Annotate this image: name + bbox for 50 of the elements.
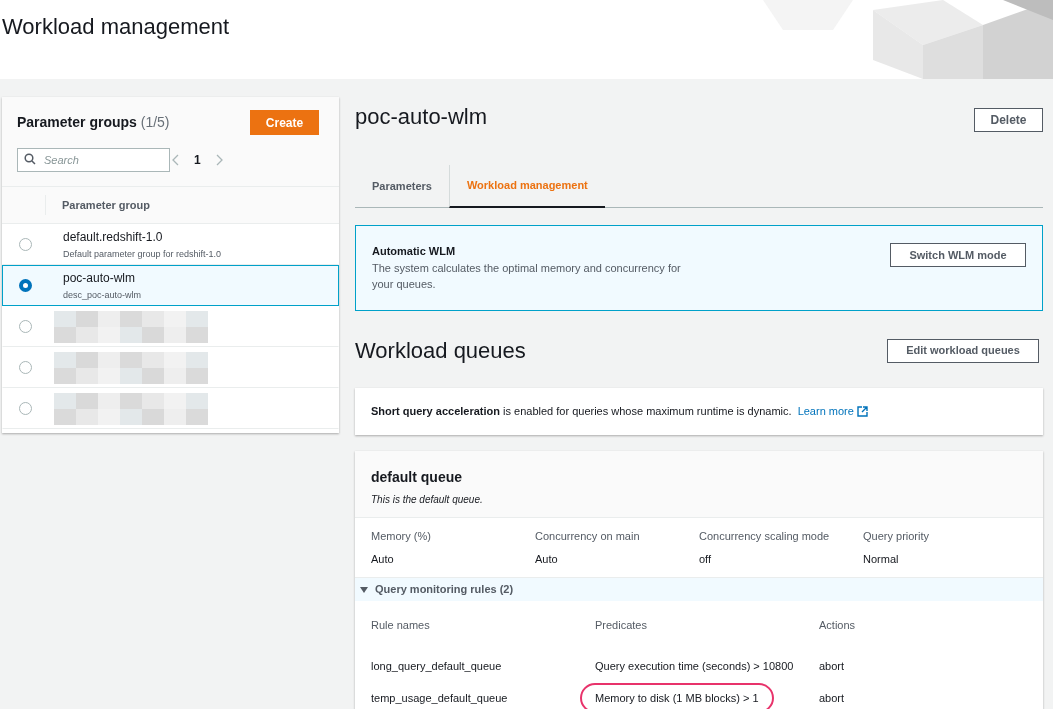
rules-column-header: Actions bbox=[819, 617, 857, 633]
rule-cell: Query execution time (seconds) > 10800 bbox=[595, 660, 794, 672]
sqa-text: Short query acceleration is enabled for queries whose maximum runtime is dynamic. bbox=[371, 404, 792, 420]
query-monitoring-rules-toggle[interactable]: Query monitoring rules (2) bbox=[355, 577, 1043, 601]
field-value: Auto bbox=[371, 551, 395, 567]
field-value: off bbox=[699, 551, 713, 567]
search-field[interactable]: Search bbox=[17, 148, 170, 172]
caret-icon bbox=[360, 585, 368, 594]
rule-cell: long_query_default_queue bbox=[371, 660, 502, 672]
group-title: poc-auto-wlm bbox=[355, 103, 488, 131]
chevron-right-icon[interactable] bbox=[215, 153, 223, 166]
field-value: Auto bbox=[535, 551, 559, 567]
column-header: Parameter group bbox=[62, 197, 151, 213]
queue-subtitle: This is the default queue. bbox=[371, 493, 484, 507]
field-label: Concurrency scaling mode bbox=[699, 529, 831, 544]
radio-button[interactable] bbox=[18, 238, 32, 251]
rule-cell: temp_usage_default_queue bbox=[371, 692, 508, 704]
panel-title: Parameter groups (1/5) bbox=[17, 113, 170, 132]
group-name: poc-auto-wlm bbox=[63, 269, 137, 287]
parameter-group-row[interactable]: poc-auto-wlm desc_poc-auto-wlm bbox=[2, 265, 339, 306]
delete-button[interactable]: Delete bbox=[974, 108, 1043, 132]
page-number[interactable]: 1 bbox=[187, 150, 208, 169]
rule-cell: abort bbox=[819, 692, 845, 704]
queue-title: default queue bbox=[371, 468, 463, 487]
radio-button[interactable] bbox=[18, 402, 32, 415]
field-label: Query priority bbox=[863, 529, 931, 544]
alert-title: Automatic WLM bbox=[372, 244, 457, 259]
field-label: Memory (%) bbox=[371, 529, 432, 544]
rule-cell: abort bbox=[819, 660, 845, 672]
group-description: Default parameter group for redshift-1.0 bbox=[63, 247, 222, 261]
rule-cell: Memory to disk (1 MB blocks) > 1 bbox=[580, 683, 774, 709]
field-label: Concurrency on main bbox=[535, 529, 641, 544]
rules-column-header: Rule names bbox=[371, 617, 431, 633]
chevron-left-icon[interactable] bbox=[172, 153, 179, 166]
radio-button[interactable] bbox=[18, 361, 32, 374]
search-icon bbox=[24, 153, 36, 165]
radio-button[interactable] bbox=[18, 279, 32, 292]
radio-button[interactable] bbox=[18, 320, 32, 333]
field-value: Normal bbox=[863, 551, 900, 567]
external-link-icon bbox=[856, 406, 868, 417]
rules-column-header: Predicates bbox=[595, 617, 648, 633]
group-description: desc_poc-auto-wlm bbox=[63, 288, 142, 302]
page-title: Workload management bbox=[1, 13, 230, 41]
alert-text: The system calculates the optimal memory and concurrency for your queues. bbox=[372, 260, 682, 292]
learn-more-link[interactable]: Learn more bbox=[797, 403, 868, 420]
edit-workload-queues-button[interactable]: Edit workload queues bbox=[887, 338, 1039, 363]
switch-wlm-mode-button[interactable]: Switch WLM mode bbox=[890, 243, 1026, 267]
tab[interactable]: Parameters bbox=[355, 165, 449, 208]
group-name: default.redshift-1.0 bbox=[63, 228, 164, 246]
section-title: Workload queues bbox=[355, 337, 526, 365]
